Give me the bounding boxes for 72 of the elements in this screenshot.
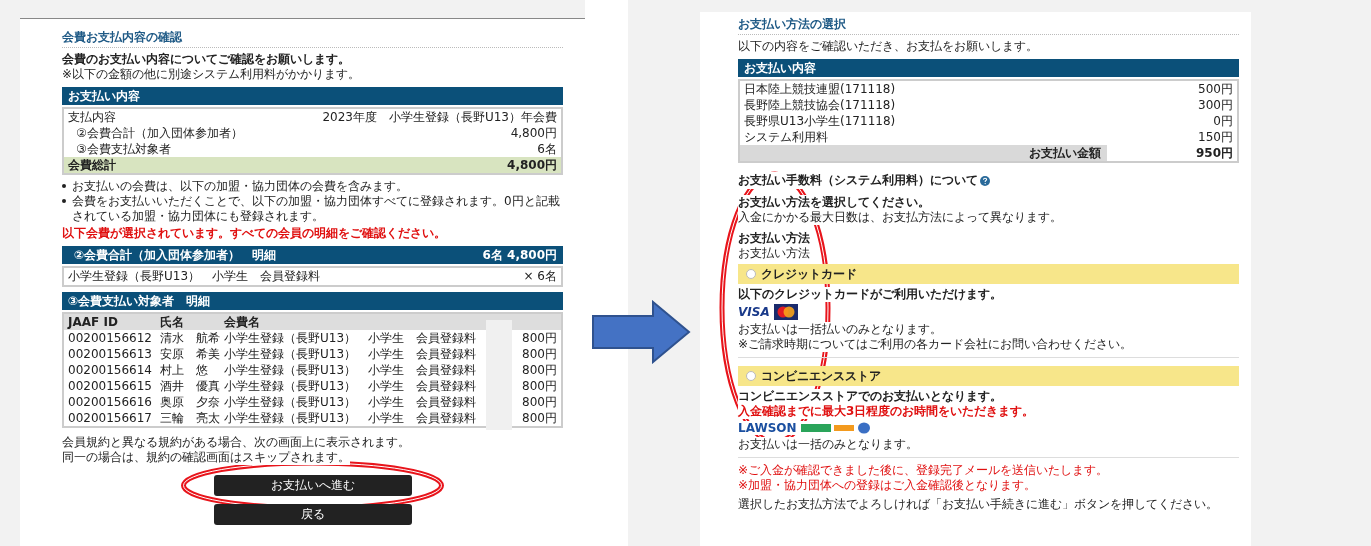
footer-text: 同一の場合は、規約の確認画面はスキップされます。 bbox=[62, 450, 350, 465]
card-logo: VISA bbox=[738, 305, 770, 319]
row-label: システム利用料 bbox=[744, 129, 828, 145]
row-value: 4,800円 bbox=[507, 157, 557, 173]
table-cell-text: 小学生登録（長野U13） 小学生 会員登録料 bbox=[224, 330, 478, 346]
fee-heading: お支払い手数料（システム利用料）について bbox=[738, 172, 978, 189]
card-logo-icon bbox=[773, 304, 798, 320]
table-cell-text: 00200156612 bbox=[68, 330, 153, 346]
table-cell-text: 800円 bbox=[521, 378, 557, 394]
method-name: クレジットカード bbox=[761, 265, 857, 283]
bullet-text: 会費をお支払いいただくことで、以下の加盟・協力団体すべてに登録されます。0円と記載されている加盟・協力団体にも登録されます。 bbox=[72, 194, 561, 224]
table-cell-text: 小学生登録（長野U13） 小学生 会員登録料 bbox=[224, 378, 478, 394]
column-header: 会費名 bbox=[224, 314, 261, 330]
row-label: 小学生登録（長野U13） 小学生 会員登録料 bbox=[68, 268, 321, 285]
row-value: 300円 bbox=[1198, 97, 1233, 113]
table-cell-text: 00200156613 bbox=[68, 346, 153, 362]
panel-header: お支払い内容 bbox=[738, 59, 1239, 77]
proceed-button[interactable]: お支払いへ進む bbox=[213, 475, 412, 496]
back-button[interactable]: 戻る bbox=[213, 504, 412, 525]
table-cell-text: 800円 bbox=[521, 394, 557, 410]
row-label: ②会費合計（加入団体参加者） bbox=[76, 125, 243, 141]
row-value: 6名 bbox=[537, 141, 557, 157]
row-label: 会費総計 bbox=[68, 157, 116, 173]
row-label: 長野県U13小学生(171118) bbox=[744, 113, 896, 129]
row-value: 2023年度 小学生登録（長野U13）年会費 bbox=[322, 109, 557, 125]
methods-label: お支払い方法 bbox=[738, 246, 810, 261]
table-cell-text: 00200156614 bbox=[68, 362, 153, 378]
table-cell-text: 800円 bbox=[521, 410, 557, 426]
table-cell-text: 安原 希美 bbox=[160, 346, 221, 362]
table-cell-text: 800円 bbox=[521, 362, 557, 378]
table-cell-text: 酒井 優真 bbox=[160, 378, 221, 394]
section-title: お支払い方法の選択 bbox=[738, 18, 1239, 35]
table-cell-text: 800円 bbox=[521, 330, 557, 346]
row-value: 500円 bbox=[1198, 81, 1233, 97]
row-label: ③会費支払対象者 bbox=[76, 141, 171, 157]
radio-button[interactable] bbox=[746, 269, 756, 279]
panel-header: お支払い内容 bbox=[62, 87, 563, 105]
bullet-icon bbox=[62, 199, 66, 203]
table-cell-text: 800円 bbox=[521, 346, 557, 362]
table-cell-text: 清水 航希 bbox=[160, 330, 221, 346]
table-cell-text: 村上 悠 bbox=[160, 362, 209, 378]
table-cell-text: 00200156615 bbox=[68, 378, 153, 394]
table-cell-text: 小学生登録（長野U13） 小学生 会員登録料 bbox=[224, 394, 478, 410]
bullet-icon bbox=[62, 184, 66, 188]
row-value: 4,800円 bbox=[510, 125, 557, 141]
table-cell-text: 奥原 夕奈 bbox=[160, 394, 221, 410]
table-cell-text: 00200156616 bbox=[68, 394, 153, 410]
row-label: 長野陸上競技協会(171118) bbox=[744, 97, 896, 113]
table-cell-text: 小学生登録（長野U13） 小学生 会員登録料 bbox=[224, 346, 478, 362]
methods-heading: お支払い方法 bbox=[738, 231, 810, 246]
bullet-text: お支払いの会費は、以下の加盟・協力団体の会費を含みます。 bbox=[72, 179, 408, 194]
radio-button[interactable] bbox=[746, 371, 756, 381]
header-title: ②会費合計（加入団体参加者） 明細 bbox=[74, 247, 277, 264]
row-value: × 6名 bbox=[523, 268, 557, 285]
row-label: 日本陸上競技連盟(171118) bbox=[744, 81, 896, 97]
row-value: 150円 bbox=[1198, 129, 1233, 145]
column-header: 氏名 bbox=[160, 314, 185, 330]
total-value: 950円 bbox=[1107, 145, 1237, 161]
method-name: コンビニエンスストア bbox=[761, 367, 881, 385]
panel-header: ③会費支払い対象者 明細 bbox=[62, 292, 563, 310]
total-label: お支払い金額 bbox=[1028, 145, 1102, 161]
table-cell-text: 三輪 亮太 bbox=[160, 410, 221, 426]
table-cell-text: 小学生登録（長野U13） 小学生 会員登録料 bbox=[224, 410, 478, 426]
column-header: JAAF ID bbox=[68, 314, 119, 330]
store-logo: LAWSON bbox=[738, 421, 797, 435]
section-title: 会費お支払内容の確認 bbox=[62, 19, 563, 48]
row-value: 0円 bbox=[1213, 113, 1233, 129]
header-value: 6名 4,800円 bbox=[482, 247, 557, 264]
table-cell-text: 00200156617 bbox=[68, 410, 153, 426]
store-logos-drawing bbox=[800, 422, 871, 434]
table-cell-text: 小学生登録（長野U13） 小学生 会員登録料 bbox=[224, 362, 478, 378]
row-label: 支払内容 bbox=[68, 109, 116, 125]
